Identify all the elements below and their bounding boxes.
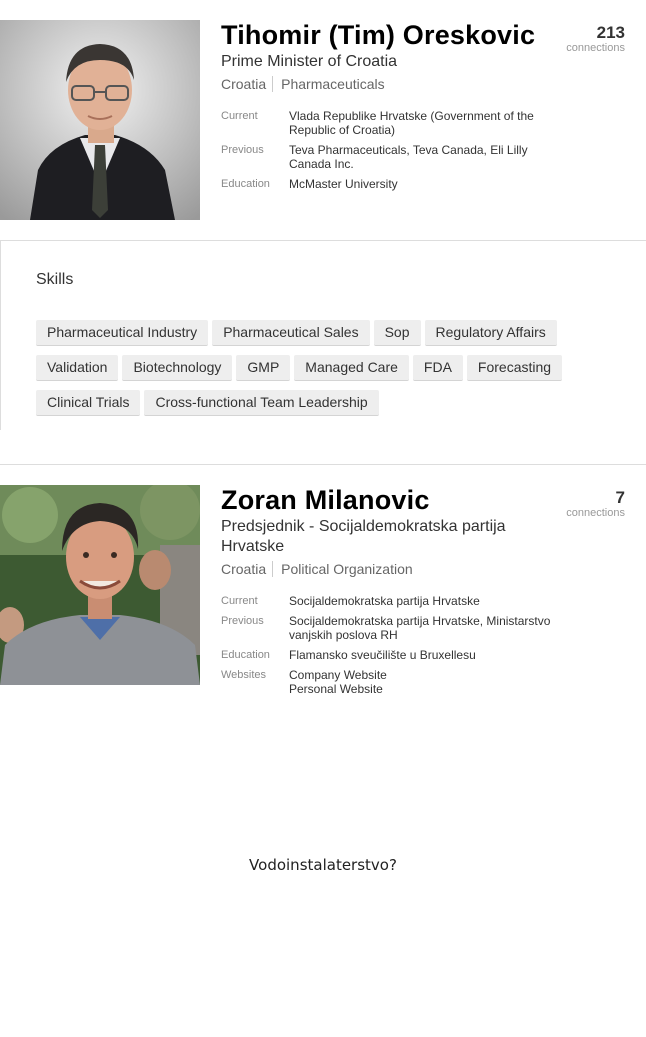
profile-location-line: Croatia Political Organization [221,560,646,578]
skill-pill[interactable]: FDA [412,355,463,381]
profile-headline: Prime Minister of Croatia [221,53,398,70]
skill-pill[interactable]: Sop [373,320,421,346]
skill-pill[interactable]: Regulatory Affairs [424,320,557,346]
fact-label: Current [221,110,258,122]
connections-count[interactable]: 7 connections [566,488,625,520]
skill-pill[interactable]: Managed Care [294,355,409,381]
fact-value[interactable]: Socijaldemokratska partija Hrvatske, Min… [289,614,559,642]
fact-value[interactable]: Teva Pharmaceuticals, Teva Canada, Eli L… [289,143,559,171]
websites-list: Company Website Personal Website [289,668,559,696]
fact-label: Current [221,595,258,607]
profile-photo[interactable] [0,485,200,685]
skill-pill[interactable]: Cross-functional Team Leadership [144,390,379,416]
profile-industry[interactable]: Pharmaceuticals [281,76,385,92]
caption-text: Vodoinstalaterstvo? [249,856,397,874]
profile-location[interactable]: Croatia [221,76,266,92]
profile-location[interactable]: Croatia [221,561,266,577]
profile-photo[interactable] [0,20,200,220]
fact-previous: Previous Teva Pharmaceuticals, Teva Cana… [221,143,646,171]
fact-current: Current Socijaldemokratska partija Hrvat… [221,594,646,608]
profile-card-2: Zoran Milanovic Predsjednik - Socijaldem… [0,485,646,696]
connections-label: connections [566,507,625,519]
fact-value[interactable]: Flamansko sveučilište u Bruxellesu [289,648,559,662]
profile-photo-image [0,20,200,220]
fact-label: Previous [221,144,264,156]
fact-value[interactable]: Vlada Republike Hrvatske (Government of … [289,109,559,137]
skill-pill[interactable]: Clinical Trials [36,390,141,416]
separator [272,76,274,92]
connections-label: connections [566,42,625,54]
fact-value[interactable]: McMaster University [289,177,559,191]
skill-pill[interactable]: Forecasting [466,355,563,381]
fact-value[interactable]: Socijaldemokratska partija Hrvatske [289,594,559,608]
fact-label: Previous [221,615,264,627]
skill-pill[interactable]: Biotechnology [122,355,233,381]
personal-website-link[interactable]: Personal Website [289,682,559,696]
profile-industry[interactable]: Political Organization [281,561,413,577]
company-website-link[interactable]: Company Website [289,668,559,682]
profile-location-line: Croatia Pharmaceuticals [221,75,646,93]
skills-list: Pharmaceutical Industry Pharmaceutical S… [36,320,596,425]
separator [272,561,274,577]
profile-facts: Current Socijaldemokratska partija Hrvat… [221,594,646,696]
fact-label: Education [221,178,270,190]
skills-title: Skills [36,271,74,288]
fact-websites: Websites Company Website Personal Websit… [221,668,646,696]
skill-pill[interactable]: Pharmaceutical Sales [212,320,370,346]
connections-number: 213 [596,23,625,42]
profile-photo-image [0,485,200,685]
connections-count[interactable]: 213 connections [566,23,625,55]
fact-label: Education [221,649,270,661]
skill-pill[interactable]: Pharmaceutical Industry [36,320,209,346]
profile-card-1: Tihomir (Tim) Oreskovic Prime Minister o… [0,20,646,220]
fact-previous: Previous Socijaldemokratska partija Hrva… [221,614,646,642]
profile-headline: Predsjednik - Socijaldemokratska partija… [221,518,506,555]
fact-current: Current Vlada Republike Hrvatske (Govern… [221,109,646,137]
section-divider [0,464,646,465]
skill-pill[interactable]: Validation [36,355,119,381]
fact-education: Education Flamansko sveučilište u Bruxel… [221,648,646,662]
skills-section: Skills Pharmaceutical Industry Pharmaceu… [0,240,646,430]
profile-facts: Current Vlada Republike Hrvatske (Govern… [221,109,646,191]
connections-number: 7 [615,488,625,507]
fact-education: Education McMaster University [221,177,646,191]
fact-label: Websites [221,669,267,681]
skill-pill[interactable]: GMP [236,355,291,381]
